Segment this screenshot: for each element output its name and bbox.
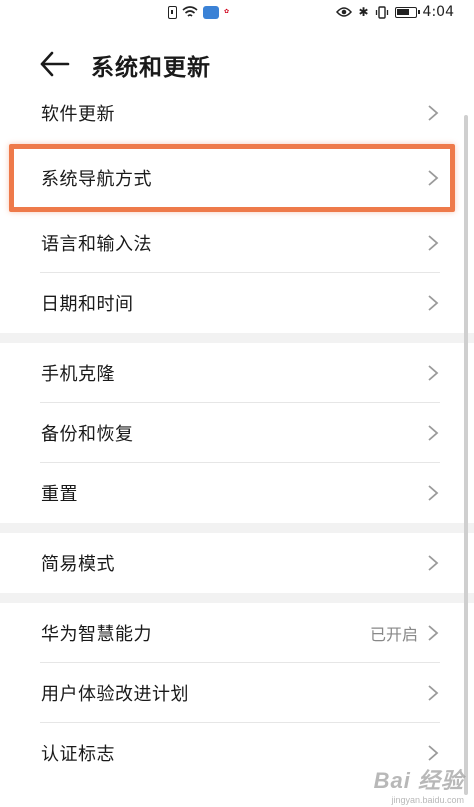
group-gap <box>0 333 474 343</box>
watermark-main: Bai 经验 <box>373 768 464 793</box>
setting-simple-mode[interactable]: 简易模式 <box>0 533 474 593</box>
item-label: 华为智慧能力 <box>41 624 152 645</box>
status-bar: ✿ ✱ 4:04 <box>0 0 474 26</box>
setting-backup-restore[interactable]: 备份和恢复 <box>0 403 474 463</box>
item-label: 备份和恢复 <box>41 424 134 445</box>
item-label: 用户体验改进计划 <box>41 684 189 705</box>
item-label: 日期和时间 <box>41 294 134 315</box>
setting-huawei-assistant[interactable]: 华为智慧能力 已开启 <box>0 603 474 663</box>
item-label: 系统导航方式 <box>41 169 152 190</box>
item-label: 重置 <box>41 484 78 505</box>
item-label: 认证标志 <box>41 744 115 765</box>
battery-icon <box>394 6 420 18</box>
settings-list: 软件更新 系统导航方式 语言和输入法 日期和时间 手机克隆 备份和恢复 重置 简… <box>0 83 474 783</box>
sim-icon <box>168 5 177 19</box>
setting-reset[interactable]: 重置 <box>0 463 474 523</box>
chevron-right-icon <box>428 485 439 501</box>
setting-phone-clone[interactable]: 手机克隆 <box>0 343 474 403</box>
setting-software-update[interactable]: 软件更新 <box>0 83 474 143</box>
scrollbar[interactable] <box>464 115 468 795</box>
arrow-left-icon <box>40 51 70 77</box>
group-gap <box>0 593 474 603</box>
setting-language-input[interactable]: 语言和输入法 <box>0 213 474 273</box>
chevron-right-icon <box>428 685 439 701</box>
page-title: 系统和更新 <box>91 55 211 81</box>
chevron-right-icon <box>428 745 439 761</box>
status-left: ✿ <box>168 5 229 19</box>
watermark: Bai 经验 jingyan.baidu.com <box>374 763 464 805</box>
wifi-icon <box>182 5 198 17</box>
item-label: 语言和输入法 <box>41 234 152 255</box>
cloud-icon <box>203 5 219 19</box>
watermark-sub: jingyan.baidu.com <box>391 795 464 805</box>
setting-date-time[interactable]: 日期和时间 <box>0 273 474 333</box>
status-right: ✱ 4:04 <box>336 4 454 20</box>
item-value: 已开启 <box>369 625 418 644</box>
chevron-right-icon <box>428 365 439 381</box>
status-time: 4:04 <box>422 4 454 20</box>
setting-system-navigation[interactable]: 系统导航方式 <box>0 143 474 213</box>
chevron-right-icon <box>428 105 439 121</box>
item-label: 简易模式 <box>41 554 115 575</box>
vibrate-icon <box>375 5 388 19</box>
bluetooth-icon: ✱ <box>358 5 369 19</box>
huawei-logo: ✿ <box>224 8 230 15</box>
chevron-right-icon <box>428 170 439 186</box>
group-gap <box>0 523 474 533</box>
chevron-right-icon <box>428 425 439 441</box>
chevron-right-icon <box>428 235 439 251</box>
eye-icon <box>336 7 353 17</box>
item-label: 手机克隆 <box>41 364 115 385</box>
setting-user-experience[interactable]: 用户体验改进计划 <box>0 663 474 723</box>
item-label: 软件更新 <box>41 104 115 125</box>
chevron-right-icon <box>428 555 439 571</box>
chevron-right-icon <box>428 295 439 311</box>
back-button[interactable] <box>38 46 74 82</box>
chevron-right-icon <box>428 625 439 641</box>
